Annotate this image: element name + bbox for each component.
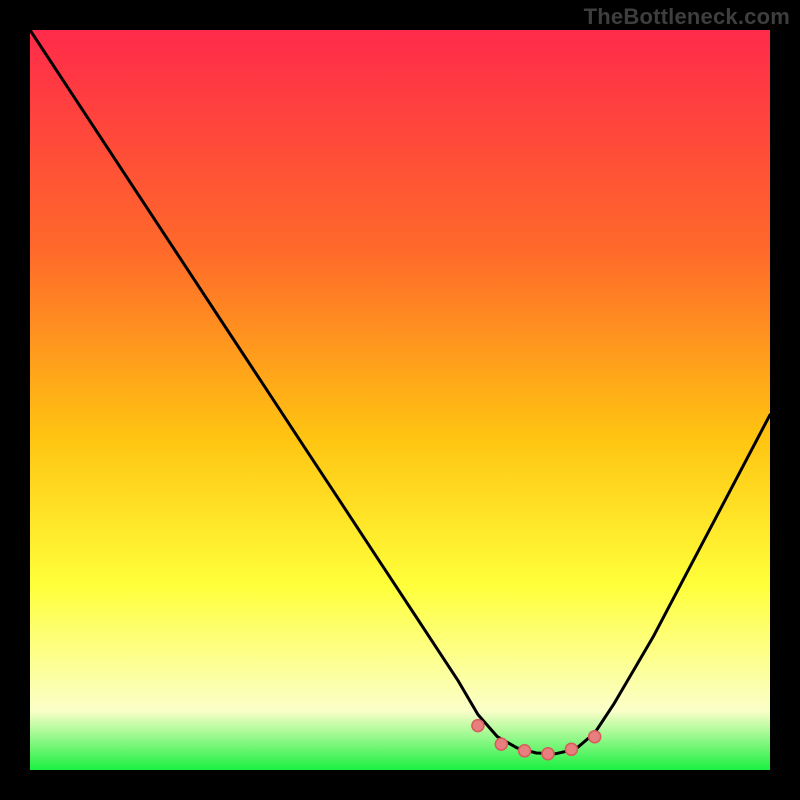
valley-marker: [565, 743, 577, 755]
valley-marker: [589, 731, 601, 743]
valley-marker: [519, 745, 531, 757]
valley-marker: [542, 748, 554, 760]
valley-marker: [495, 738, 507, 750]
valley-marker: [472, 720, 484, 732]
chart-frame: TheBottleneck.com: [0, 0, 800, 800]
gradient-background: [30, 30, 770, 770]
bottleneck-plot: [0, 0, 800, 800]
